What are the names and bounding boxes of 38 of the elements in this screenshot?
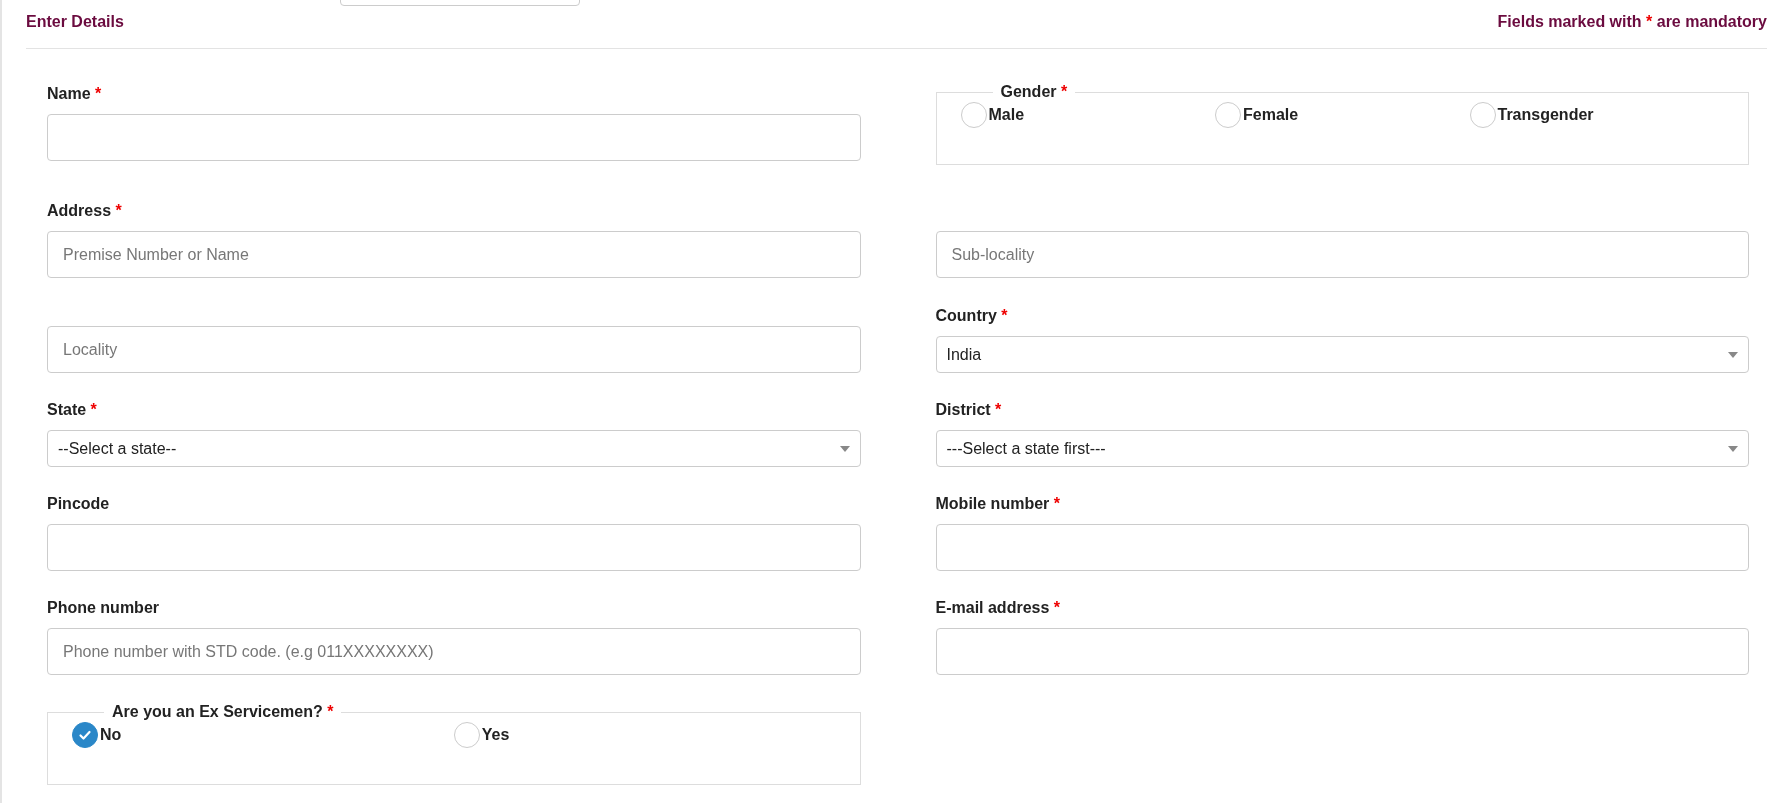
- radio-button[interactable]: [72, 722, 98, 748]
- dropdown-select[interactable]: ---Select a state first---: [935, 430, 1749, 467]
- text-input-field[interactable]: Sub-locality: [935, 231, 1749, 278]
- radio-button[interactable]: [453, 722, 480, 748]
- caret-icon: [1728, 445, 1738, 452]
- field-label: Are you an Ex Servicemen? *: [111, 702, 335, 722]
- field-label: State *: [47, 400, 98, 420]
- check-icon: [78, 728, 92, 742]
- radio-button[interactable]: [1469, 102, 1496, 128]
- option-label[interactable]: Transgender: [1497, 103, 1594, 127]
- field-label: E-mail address *: [935, 598, 1061, 618]
- mandatory-note: Fields marked with * are mandatory: [1497, 12, 1767, 32]
- field-label: Pincode: [47, 494, 111, 514]
- radio-button[interactable]: [1215, 102, 1241, 128]
- text-input-field[interactable]: [935, 628, 1749, 675]
- text-input-field[interactable]: [47, 114, 861, 161]
- dropdown-select[interactable]: India: [935, 336, 1749, 373]
- field-label: Country *: [935, 306, 1009, 326]
- text-input-field[interactable]: Premise Number or Name: [47, 231, 861, 278]
- option-label[interactable]: No: [100, 723, 122, 747]
- caret-icon: [839, 445, 850, 452]
- text-input-field[interactable]: [47, 524, 861, 571]
- field-label: Gender *: [999, 82, 1069, 102]
- text-input-field[interactable]: [935, 524, 1749, 571]
- radio-button[interactable]: [960, 102, 987, 128]
- text-input-field[interactable]: Phone number with STD code. (e.g 011XXXXXXXX): [47, 628, 861, 675]
- field-label: Name *: [47, 84, 103, 104]
- text-input-field[interactable]: Locality: [47, 326, 861, 373]
- option-label[interactable]: Female: [1243, 103, 1299, 127]
- dropdown-select[interactable]: --Select a state--: [47, 430, 861, 467]
- field-label: District *: [935, 400, 1003, 420]
- option-label[interactable]: Male: [988, 103, 1025, 127]
- field-label: Address *: [47, 201, 123, 221]
- field-label: Phone number: [47, 598, 160, 618]
- option-label[interactable]: Yes: [481, 723, 510, 747]
- section-title: Enter Details: [26, 12, 124, 32]
- field-label: Mobile number *: [935, 494, 1061, 514]
- caret-icon: [1728, 351, 1738, 358]
